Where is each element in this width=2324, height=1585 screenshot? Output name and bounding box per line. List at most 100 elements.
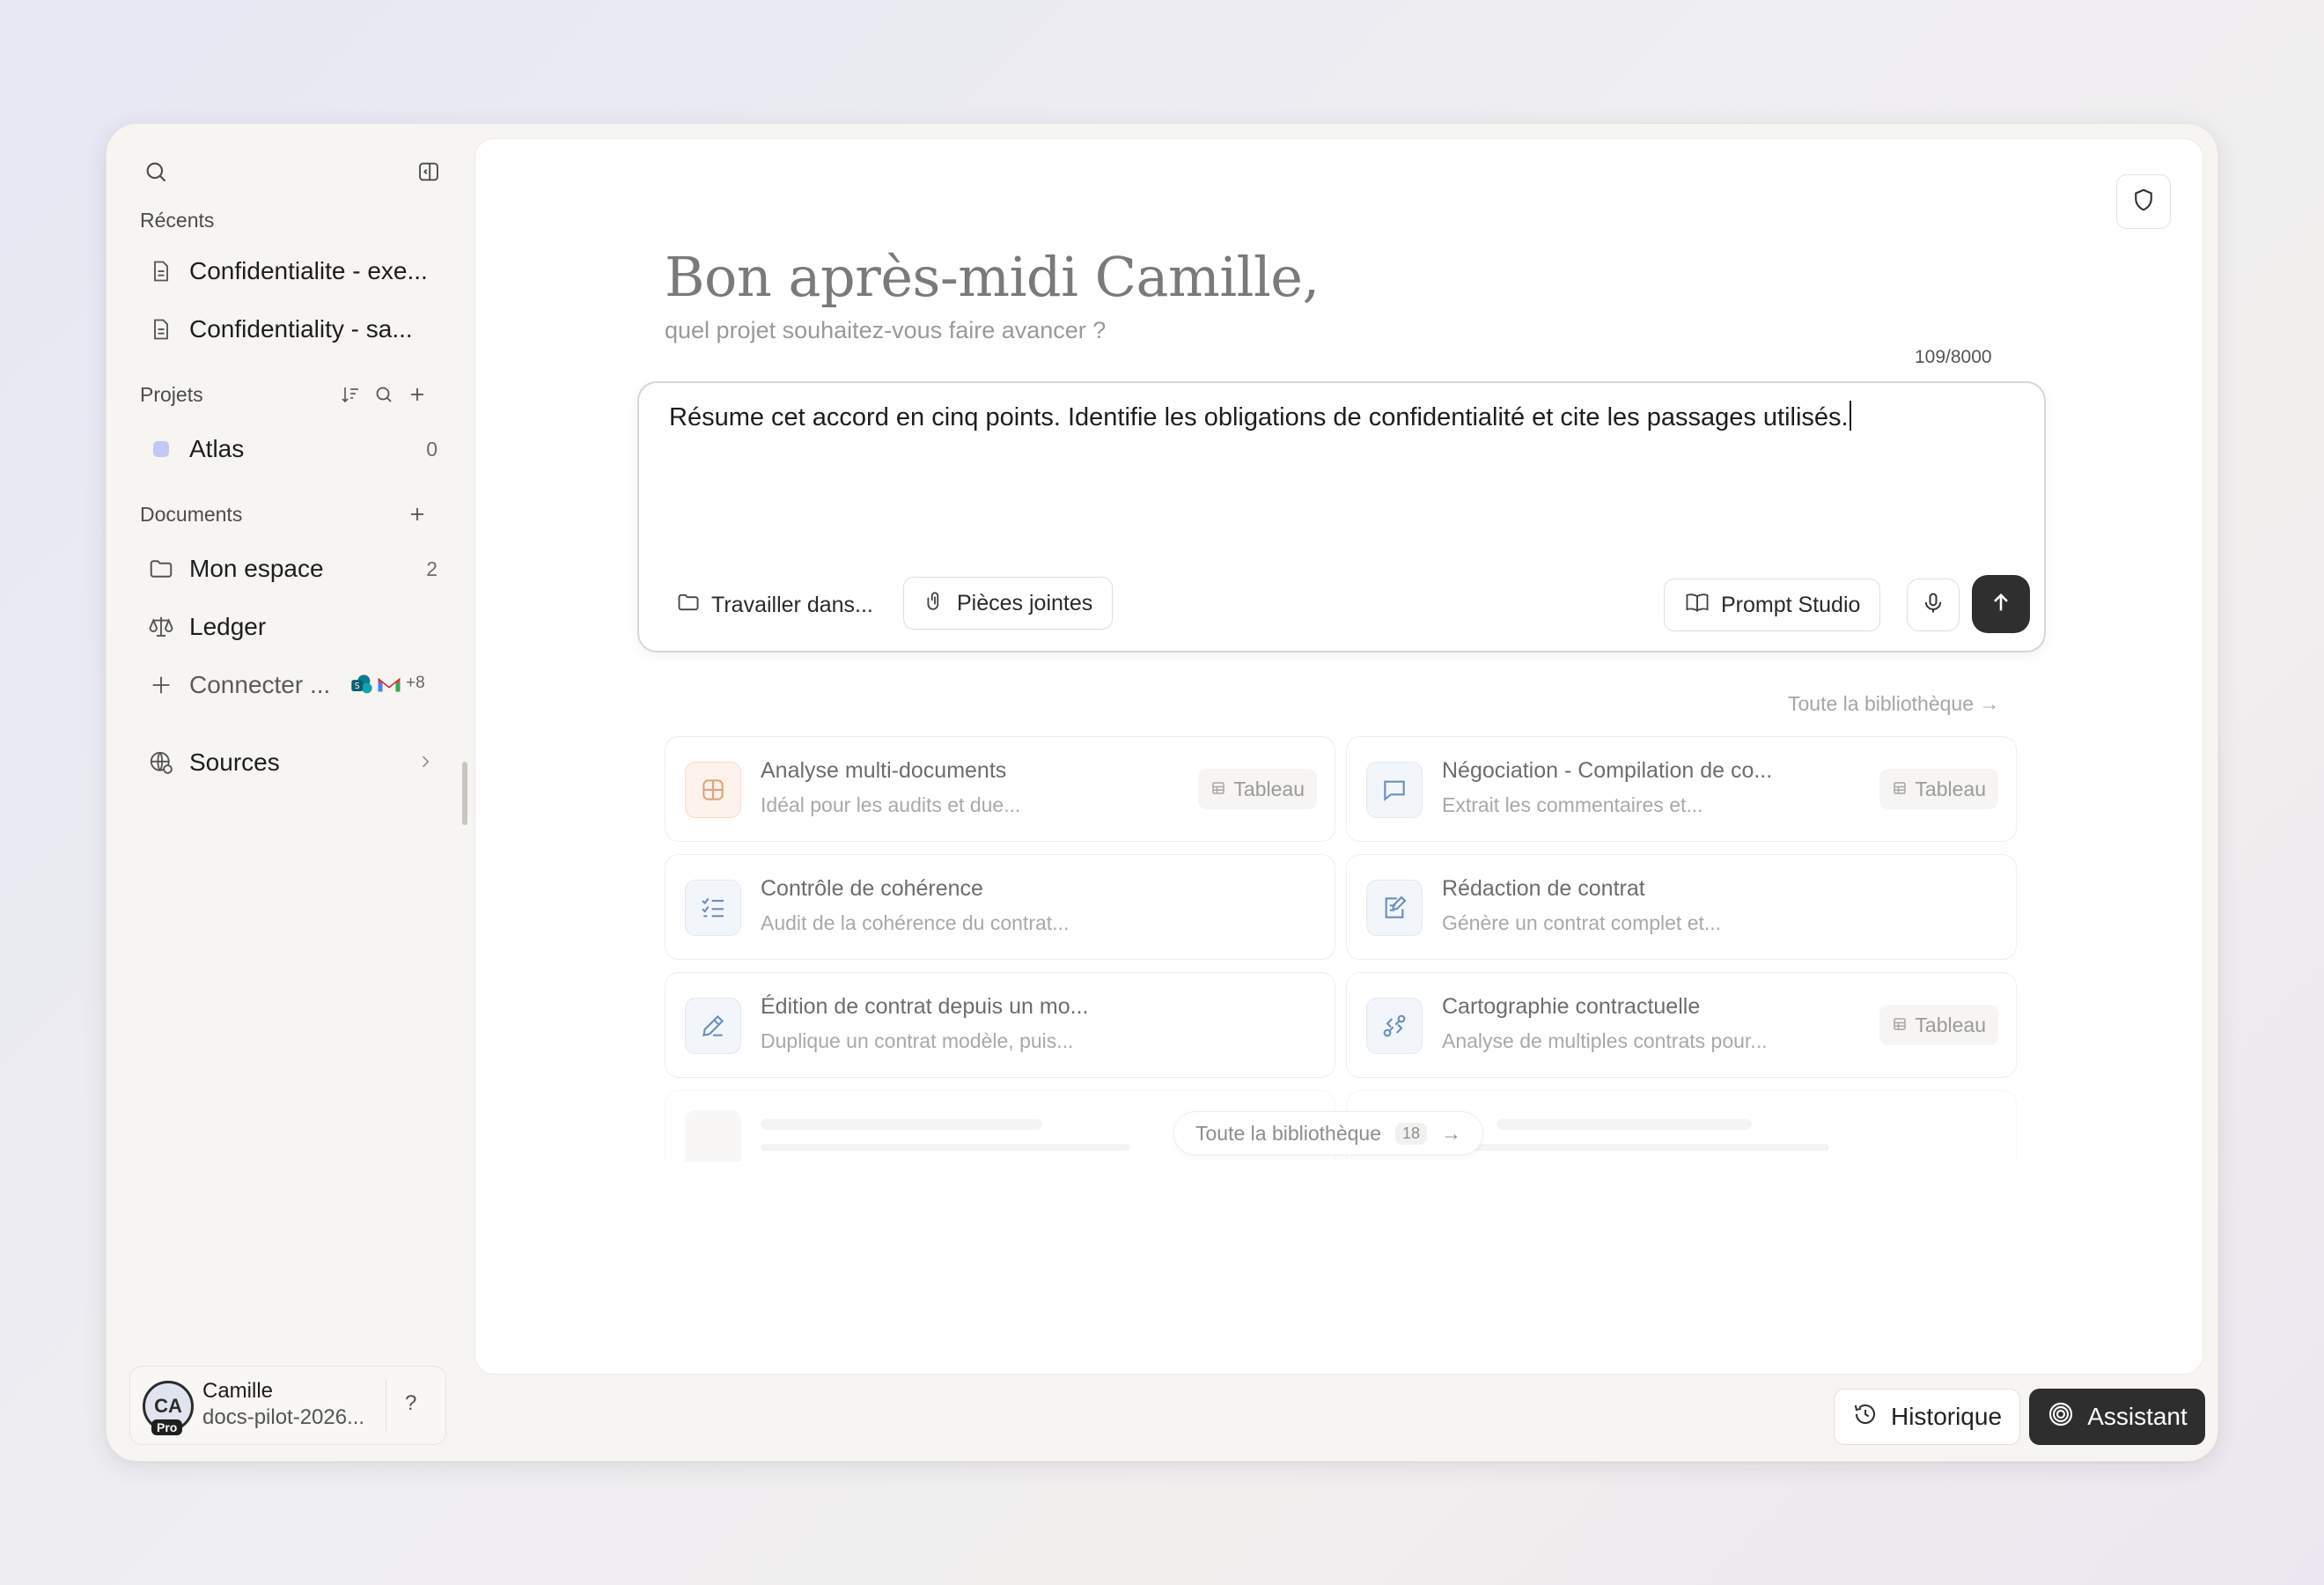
plus-icon (145, 669, 177, 701)
documents-item-label: Mon espace (189, 555, 324, 582)
globe-link-icon (145, 747, 177, 778)
add-project-icon[interactable] (402, 380, 432, 409)
card-description: Idéal pour les audits et due... (761, 793, 1021, 816)
recent-item[interactable]: Confidentialite - exe... (138, 246, 446, 297)
library-count-badge: 18 (1395, 1122, 1428, 1145)
arrow-up-icon (1989, 590, 2013, 619)
template-card[interactable]: Négociation - Compilation de co... Extra… (1346, 736, 2017, 842)
documents-item-count: 2 (426, 557, 438, 580)
search-icon[interactable] (138, 154, 173, 189)
connect-label: Connecter ... (189, 671, 331, 698)
microphone-button[interactable] (1907, 579, 1960, 631)
comment-icon (1366, 762, 1423, 818)
template-card[interactable]: Cartographie contractuelle Analyse de mu… (1346, 972, 2017, 1078)
checklist-icon (685, 880, 741, 936)
edit-document-icon (1366, 880, 1423, 936)
full-library-button[interactable]: Toute la bibliothèque 18 → (1173, 1111, 1484, 1155)
attachments-label: Pièces jointes (957, 590, 1093, 616)
connect-sources-item[interactable]: Connecter ... S +8 (138, 660, 446, 711)
template-card[interactable]: Analyse multi-documents Idéal pour les a… (665, 736, 1335, 842)
documents-item-label: Ledger (189, 613, 267, 640)
assistant-button[interactable]: Assistant (2029, 1389, 2205, 1445)
text-caret (1849, 401, 1851, 431)
library-link[interactable]: Toute la bibliothèque → (1788, 692, 1999, 716)
svg-text:S: S (355, 682, 360, 691)
greeting-subtitle: quel projet souhaitez-vous faire avancer… (665, 317, 1107, 343)
project-count: 0 (426, 437, 438, 461)
prompt-studio-label: Prompt Studio (1721, 592, 1861, 617)
table-tag: Tableau (1879, 1005, 1998, 1045)
privacy-shield-button[interactable] (2116, 174, 2171, 229)
arrow-right-icon: → (1441, 1121, 1462, 1145)
card-description: Audit de la cohérence du contrat... (761, 911, 1070, 934)
template-card[interactable]: Rédaction de contrat Génère un contrat c… (1346, 854, 2017, 960)
connect-extra-count: +8 (406, 674, 425, 692)
card-description: Extrait les commentaires et... (1442, 793, 1703, 816)
user-name: Camille (202, 1379, 274, 1403)
search-projects-icon[interactable] (369, 380, 399, 409)
folder-icon (676, 590, 701, 621)
greeting-title: Bon après-midi Camille, (665, 245, 1320, 309)
sort-icon[interactable] (335, 380, 365, 409)
character-counter: 109/8000 (1915, 347, 1992, 367)
documents-title: Documents (140, 503, 243, 526)
attachments-button[interactable]: Pièces jointes (903, 577, 1114, 630)
prompt-studio-button[interactable]: Prompt Studio (1664, 579, 1881, 631)
work-in-button[interactable]: Travailler dans... (657, 579, 893, 631)
history-button[interactable]: Historique (1834, 1389, 2020, 1445)
prompt-composer[interactable]: Résume cet accord en cinq points. Identi… (637, 381, 2046, 652)
main-panel: Bon après-midi Camille, quel projet souh… (474, 138, 2203, 1375)
card-description: Duplique un contrat modèle, puis... (761, 1029, 1074, 1052)
card-title: Contrôle de cohérence (761, 876, 983, 901)
document-icon (145, 313, 177, 345)
card-title: Négociation - Compilation de co... (1442, 758, 1773, 783)
document-icon (145, 255, 177, 287)
send-button[interactable] (1972, 575, 2030, 633)
scale-icon (145, 611, 177, 643)
collapse-sidebar-icon[interactable] (411, 154, 446, 189)
book-icon (1684, 590, 1710, 621)
prompt-input[interactable]: Résume cet accord en cinq points. Identi… (669, 401, 1851, 432)
user-card[interactable]: CA Pro Camille docs-pilot-2026... ? (129, 1366, 446, 1445)
history-label: Historique (1890, 1403, 2003, 1430)
help-button[interactable]: ? (405, 1391, 416, 1416)
pro-badge: Pro (151, 1419, 183, 1435)
pencil-icon (685, 998, 741, 1054)
table-icon (1892, 778, 1908, 801)
sidebar-scrollbar[interactable] (462, 762, 467, 825)
chevron-right-icon (416, 753, 434, 775)
recent-item[interactable]: Confidentiality - sa... (138, 304, 446, 355)
table-icon (1892, 1014, 1908, 1037)
app-window: Récents Confidentialite - exe... Confide… (106, 123, 2218, 1462)
sharepoint-icon: S (349, 673, 374, 697)
paperclip-icon (923, 589, 946, 618)
full-library-label: Toute la bibliothèque (1195, 1121, 1381, 1145)
recents-title: Récents (140, 209, 215, 232)
projects-title: Projets (140, 383, 203, 406)
card-title: Cartographie contractuelle (1442, 994, 1701, 1019)
user-workspace: docs-pilot-2026... (202, 1405, 365, 1429)
card-title: Édition de contrat depuis un mo... (761, 994, 1089, 1019)
shield-icon (2130, 187, 2157, 217)
documents-item-mon-espace[interactable]: Mon espace 2 (138, 543, 446, 594)
microphone-icon (1921, 591, 1945, 620)
grid-icon (685, 762, 741, 818)
project-label: Atlas (189, 435, 245, 462)
gmail-icon (376, 673, 402, 697)
card-title: Rédaction de contrat (1442, 876, 1645, 901)
template-card[interactable]: Contrôle de cohérence Audit de la cohére… (665, 854, 1335, 960)
recent-item-label: Confidentiality - sa... (189, 315, 413, 343)
documents-item-ledger[interactable]: Ledger (138, 601, 446, 652)
project-item-atlas[interactable]: Atlas 0 (138, 424, 446, 475)
link-icon (1366, 998, 1423, 1054)
history-icon (1852, 1401, 1879, 1434)
card-description: Analyse de multiples contrats pour... (1442, 1029, 1768, 1052)
table-icon (1210, 778, 1226, 801)
assistant-label: Assistant (2087, 1403, 2188, 1430)
template-card[interactable]: Édition de contrat depuis un mo... Dupli… (665, 972, 1335, 1078)
recent-item-label: Confidentialite - exe... (189, 257, 428, 284)
table-tag: Tableau (1198, 769, 1317, 809)
folder-icon (145, 553, 177, 585)
add-document-icon[interactable] (402, 499, 432, 529)
sources-item[interactable]: Sources (138, 737, 446, 788)
